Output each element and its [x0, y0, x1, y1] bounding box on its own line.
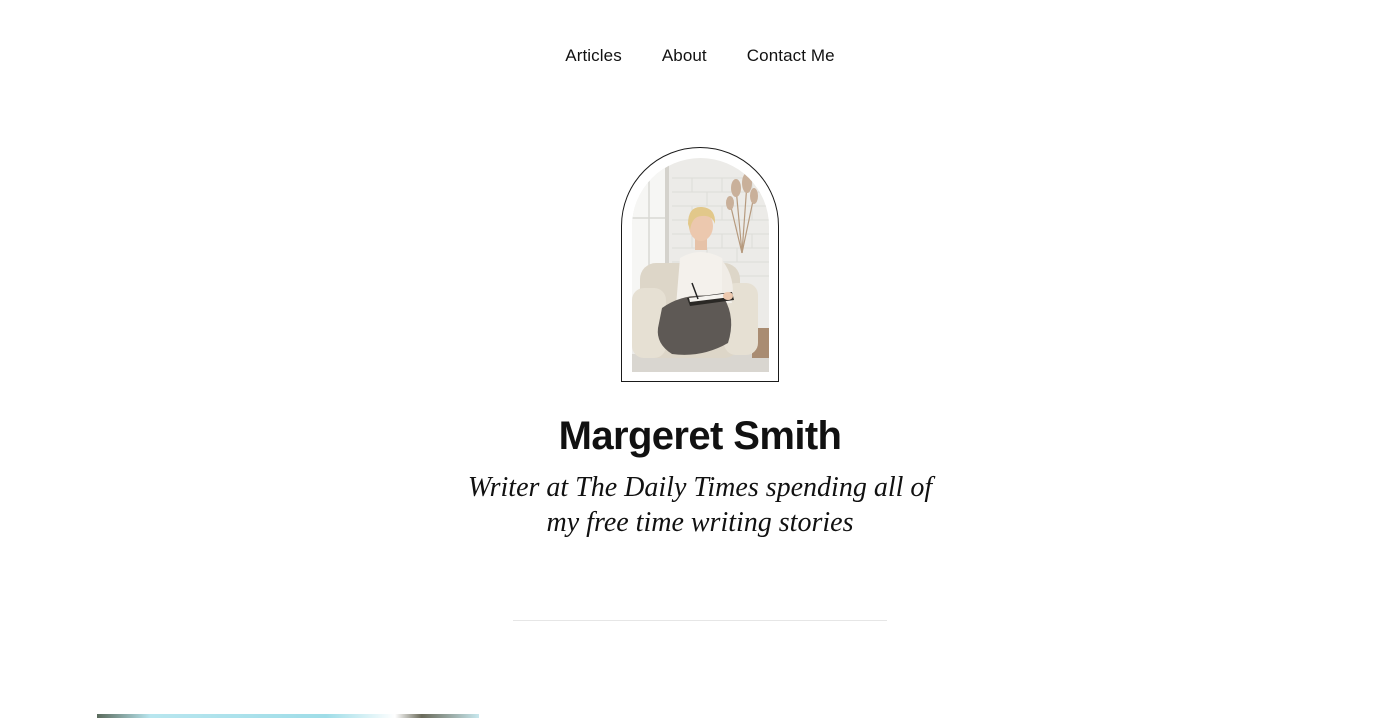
section-divider [513, 620, 887, 621]
avatar-frame [621, 147, 779, 382]
page: Articles About Contact Me Margeret Smith… [0, 0, 1400, 718]
nav-link-about[interactable]: About [662, 46, 707, 66]
post-thumbnail[interactable] [97, 714, 479, 718]
nav-link-articles[interactable]: Articles [565, 46, 622, 66]
profile-name: Margeret Smith [558, 414, 842, 458]
main-nav: Articles About Contact Me [0, 46, 1400, 66]
portrait-image [632, 158, 769, 372]
nav-link-contact[interactable]: Contact Me [747, 46, 835, 66]
avatar [632, 158, 769, 372]
profile-tagline: Writer at The Daily Times spending all o… [467, 472, 933, 538]
